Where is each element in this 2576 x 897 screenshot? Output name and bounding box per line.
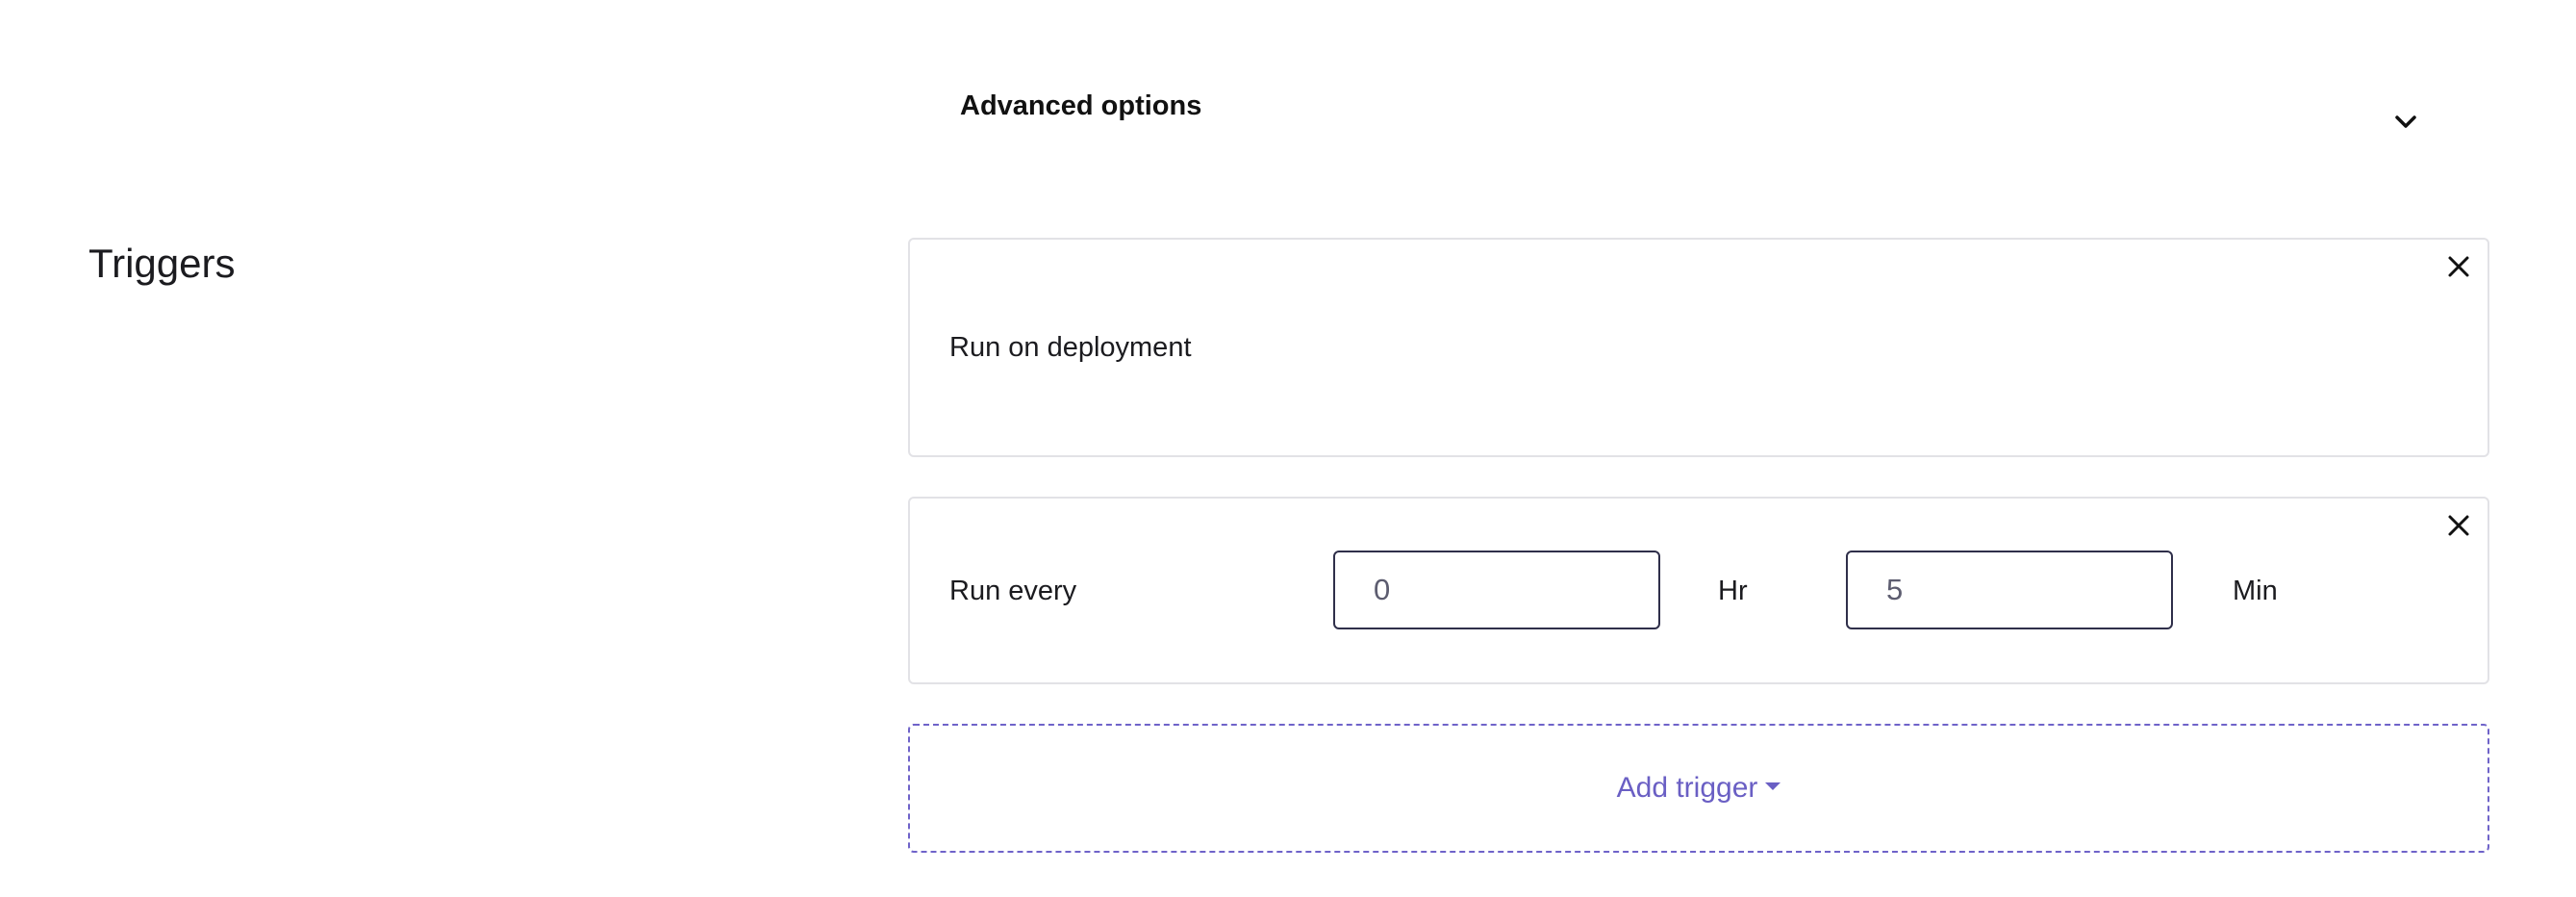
triggers-section-title: Triggers bbox=[88, 241, 236, 286]
advanced-options-label: Advanced options bbox=[960, 90, 1202, 121]
caret-down-icon bbox=[1765, 782, 1781, 791]
hours-unit-label: Hr bbox=[1718, 576, 1748, 606]
advanced-options-toggle[interactable]: Advanced options bbox=[960, 81, 2443, 167]
add-trigger-label: Add trigger bbox=[1616, 772, 1758, 804]
add-trigger-button[interactable]: Add trigger bbox=[908, 724, 2489, 853]
add-trigger-content: Add trigger bbox=[910, 772, 2488, 805]
schedule-trigger-label: Run every bbox=[949, 576, 1077, 606]
close-icon[interactable] bbox=[2441, 249, 2476, 284]
deployment-trigger-card: Run on deployment bbox=[908, 238, 2489, 457]
chevron-down-icon[interactable] bbox=[2391, 112, 2420, 133]
deployment-trigger-label: Run on deployment bbox=[949, 332, 1192, 363]
minutes-unit-label: Min bbox=[2233, 576, 2278, 606]
hours-input[interactable] bbox=[1333, 551, 1660, 629]
schedule-trigger-card: Run every Hr Min bbox=[908, 497, 2489, 684]
close-icon[interactable] bbox=[2441, 508, 2476, 543]
page: Advanced options Triggers Run on deploym… bbox=[0, 0, 2576, 897]
minutes-input[interactable] bbox=[1846, 551, 2173, 629]
